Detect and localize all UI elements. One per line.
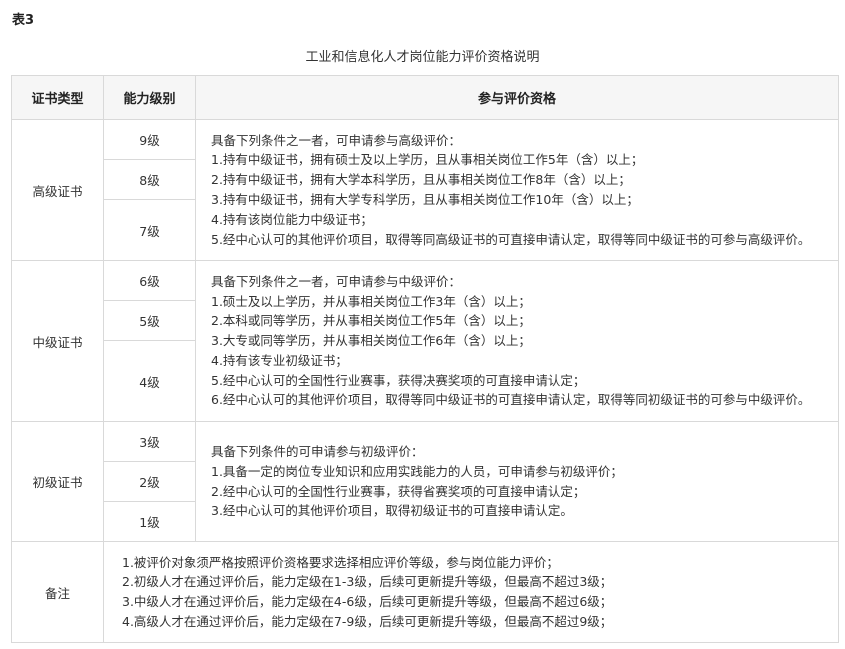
advanced-qualification-cell: 具备下列条件之一者，可申请参与高级评价： 1.持有中级证书，拥有硕士及以上学历，… bbox=[195, 119, 839, 261]
qualification-line: 2.本科或同等学历，并从事相关岗位工作5年（含）以上； bbox=[211, 313, 531, 329]
level-cell: 7级 bbox=[103, 199, 196, 261]
table-row: 中级证书 6级 具备下列条件之一者，可申请参与中级评价： 1.硕士及以上学历，并… bbox=[11, 260, 839, 422]
header-ability-level: 能力级别 bbox=[103, 75, 196, 120]
level-cell: 4级 bbox=[103, 340, 196, 422]
qualification-line: 1.硕士及以上学历，并从事相关岗位工作3年（含）以上； bbox=[211, 293, 531, 309]
qualification-line: 具备下列条件之一者，可申请参与中级评价： bbox=[211, 273, 462, 289]
advanced-type-cell: 高级证书 bbox=[11, 119, 104, 261]
qualification-line: 具备下列条件的可申请参与初级评价： bbox=[211, 443, 424, 459]
note-line: 2.初级人才在通过评价后，能力定级在1-3级，后续可更新提升等级，但最高不超过3… bbox=[122, 574, 613, 590]
note-line: 1.被评价对象须严格按照评价资格要求选择相应评价等级，参与岗位能力评价； bbox=[122, 554, 559, 570]
level-cell: 8级 bbox=[103, 159, 196, 200]
qualification-line: 4.持有该岗位能力中级证书； bbox=[211, 211, 373, 227]
note-line: 3.中级人才在通过评价后，能力定级在4-6级，后续可更新提升等级，但最高不超过6… bbox=[122, 594, 613, 609]
table-row: 高级证书 9级 具备下列条件之一者，可申请参与高级评价： 1.持有中级证书，拥有… bbox=[11, 119, 839, 261]
notes-row: 备注 1.被评价对象须严格按照评价资格要求选择相应评价等级，参与岗位能力评价； … bbox=[11, 541, 839, 643]
header-qualification: 参与评价资格 bbox=[195, 75, 839, 120]
level-cell: 9级 bbox=[103, 119, 196, 160]
notes-content-cell: 1.被评价对象须严格按照评价资格要求选择相应评价等级，参与岗位能力评价； 2.初… bbox=[103, 541, 839, 643]
qualification-line: 2.经中心认可的全国性行业赛事，获得省赛奖项的可直接申请认定； bbox=[211, 483, 586, 499]
junior-type-cell: 初级证书 bbox=[11, 421, 104, 542]
qualification-line: 5.经中心认可的全国性行业赛事，获得决赛奖项的可直接申请认定； bbox=[211, 372, 586, 388]
header-certificate-type: 证书类型 bbox=[11, 75, 104, 120]
notes-type-cell: 备注 bbox=[11, 541, 104, 643]
note-line: 4.高级人才在通过评价后，能力定级在7-9级，后续可更新提升等级，但最高不超过9… bbox=[122, 613, 613, 629]
intermediate-type-cell: 中级证书 bbox=[11, 260, 104, 422]
junior-qualification-cell: 具备下列条件的可申请参与初级评价： 1.具备一定的岗位专业知识和应用实践能力的人… bbox=[195, 421, 839, 542]
qualification-line: 1.持有中级证书，拥有硕士及以上学历，且从事相关岗位工作5年（含）以上； bbox=[211, 152, 644, 168]
qualification-table: 证书类型 能力级别 参与评价资格 高级证书 9级 具备下列条件之一者，可申请参与… bbox=[11, 75, 839, 643]
table-label: 表3 bbox=[12, 13, 35, 28]
level-cell: 1级 bbox=[103, 501, 196, 542]
level-cell: 6级 bbox=[103, 260, 196, 301]
header-row: 证书类型 能力级别 参与评价资格 bbox=[11, 75, 839, 120]
qualification-line: 3.经中心认可的其他评价项目，取得初级证书的可直接申请认定。 bbox=[211, 503, 573, 519]
table-caption: 工业和信息化人才岗位能力评价资格说明 bbox=[305, 50, 540, 65]
qualification-line: 6.经中心认可的其他评价项目，取得等同中级证书的可直接申请认定，取得等同初级证书… bbox=[211, 392, 811, 408]
qualification-line: 具备下列条件之一者，可申请参与高级评价： bbox=[211, 132, 462, 148]
level-cell: 2级 bbox=[103, 461, 196, 502]
qualification-line: 3.大专或同等学历，并从事相关岗位工作6年（含）以上； bbox=[211, 333, 531, 349]
level-cell: 5级 bbox=[103, 300, 196, 341]
qualification-line: 1.具备一定的岗位专业知识和应用实践能力的人员，可申请参与初级评价； bbox=[211, 463, 623, 479]
level-cell: 3级 bbox=[103, 421, 196, 462]
table-row: 初级证书 3级 具备下列条件的可申请参与初级评价： 1.具备一定的岗位专业知识和… bbox=[11, 421, 839, 542]
qualification-line: 3.持有中级证书，拥有大学专科学历，且从事相关岗位工作10年（含）以上； bbox=[211, 192, 639, 207]
qualification-line: 4.持有该专业初级证书； bbox=[211, 352, 348, 368]
qualification-line: 5.经中心认可的其他评价项目，取得等同高级证书的可直接申请认定，取得等同中级证书… bbox=[211, 231, 811, 247]
qualification-line: 2.持有中级证书，拥有大学本科学历，且从事相关岗位工作8年（含）以上； bbox=[211, 172, 631, 188]
intermediate-qualification-cell: 具备下列条件之一者，可申请参与中级评价： 1.硕士及以上学历，并从事相关岗位工作… bbox=[195, 260, 839, 422]
